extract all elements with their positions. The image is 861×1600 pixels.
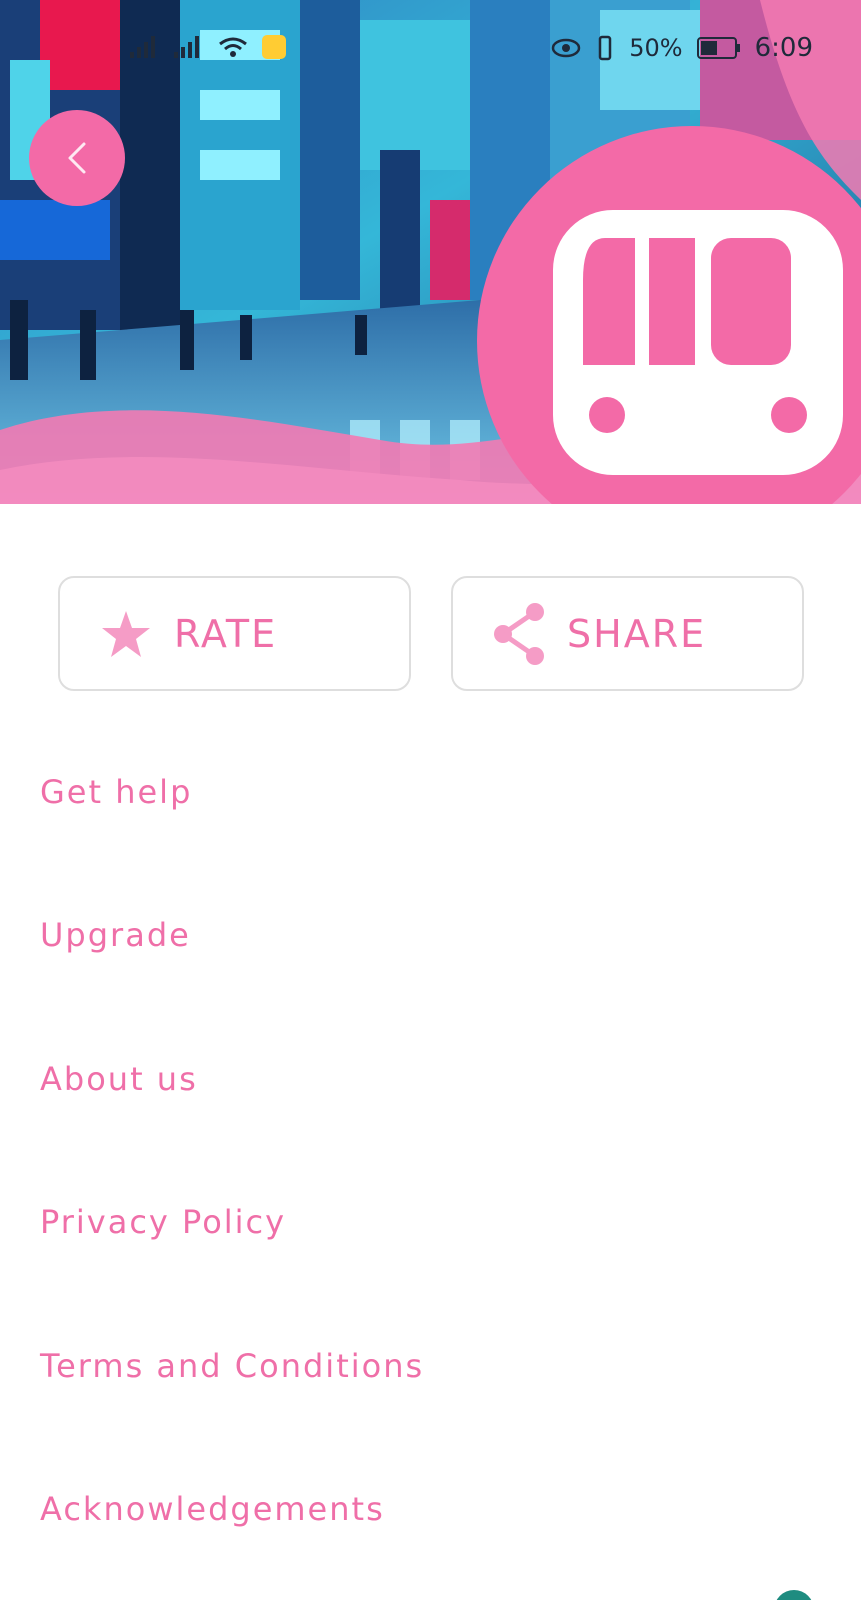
menu-item-upgrade[interactable]: Upgrade [0, 864, 861, 1008]
floating-action-button[interactable] [774, 1590, 814, 1600]
star-icon [98, 606, 154, 662]
menu-item-acknowledgements[interactable]: Acknowledgements [0, 1438, 861, 1582]
rate-button[interactable]: RATE [58, 576, 411, 691]
rate-label: RATE [174, 611, 278, 656]
share-label: SHARE [567, 611, 707, 656]
signal-icon [130, 36, 155, 58]
menu-item-about-us[interactable]: About us [0, 1007, 861, 1151]
menu-item-label: Upgrade [40, 916, 191, 955]
wifi-icon [219, 37, 247, 57]
vibrate-icon [599, 35, 612, 61]
battery-percent: 50% [629, 34, 683, 62]
menu-item-label: Get help [40, 772, 193, 811]
status-time: 6:09 [754, 33, 813, 63]
status-icons-left [130, 35, 286, 59]
notification-icon [262, 35, 286, 59]
menu-item-label: Acknowledgements [40, 1490, 385, 1529]
back-button[interactable] [29, 110, 125, 206]
header-banner: 50% 6:09 [0, 0, 861, 504]
train-icon [553, 210, 843, 475]
settings-menu: Get help Upgrade About us Privacy Policy… [0, 720, 861, 1581]
menu-item-label: Privacy Policy [40, 1203, 287, 1242]
menu-item-terms[interactable]: Terms and Conditions [0, 1294, 861, 1438]
status-bar: 50% 6:09 [0, 0, 861, 100]
signal-icon [174, 36, 199, 58]
share-button[interactable]: SHARE [451, 576, 804, 691]
menu-item-get-help[interactable]: Get help [0, 720, 861, 864]
menu-item-label: Terms and Conditions [40, 1346, 425, 1385]
action-buttons: RATE SHARE [58, 576, 804, 691]
menu-item-privacy-policy[interactable]: Privacy Policy [0, 1151, 861, 1295]
status-icons-right: 50% 6:09 [551, 33, 813, 63]
battery-icon [696, 37, 740, 59]
eye-icon [552, 38, 581, 58]
menu-item-label: About us [40, 1059, 198, 1098]
share-icon [491, 602, 547, 665]
chevron-left-icon [68, 142, 86, 174]
